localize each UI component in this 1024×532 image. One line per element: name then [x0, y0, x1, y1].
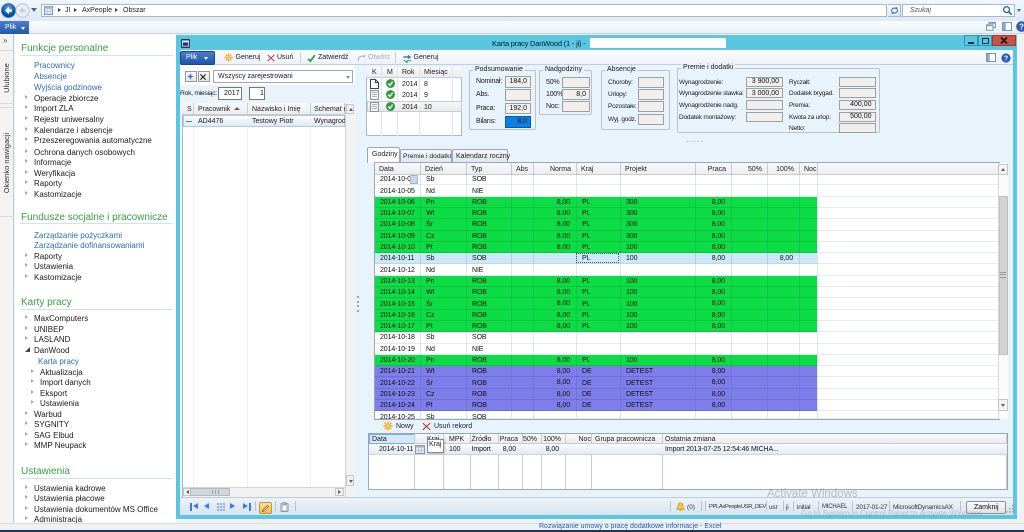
svg-text:?: ?	[1004, 54, 1008, 62]
svg-text:?: ?	[1019, 22, 1024, 31]
